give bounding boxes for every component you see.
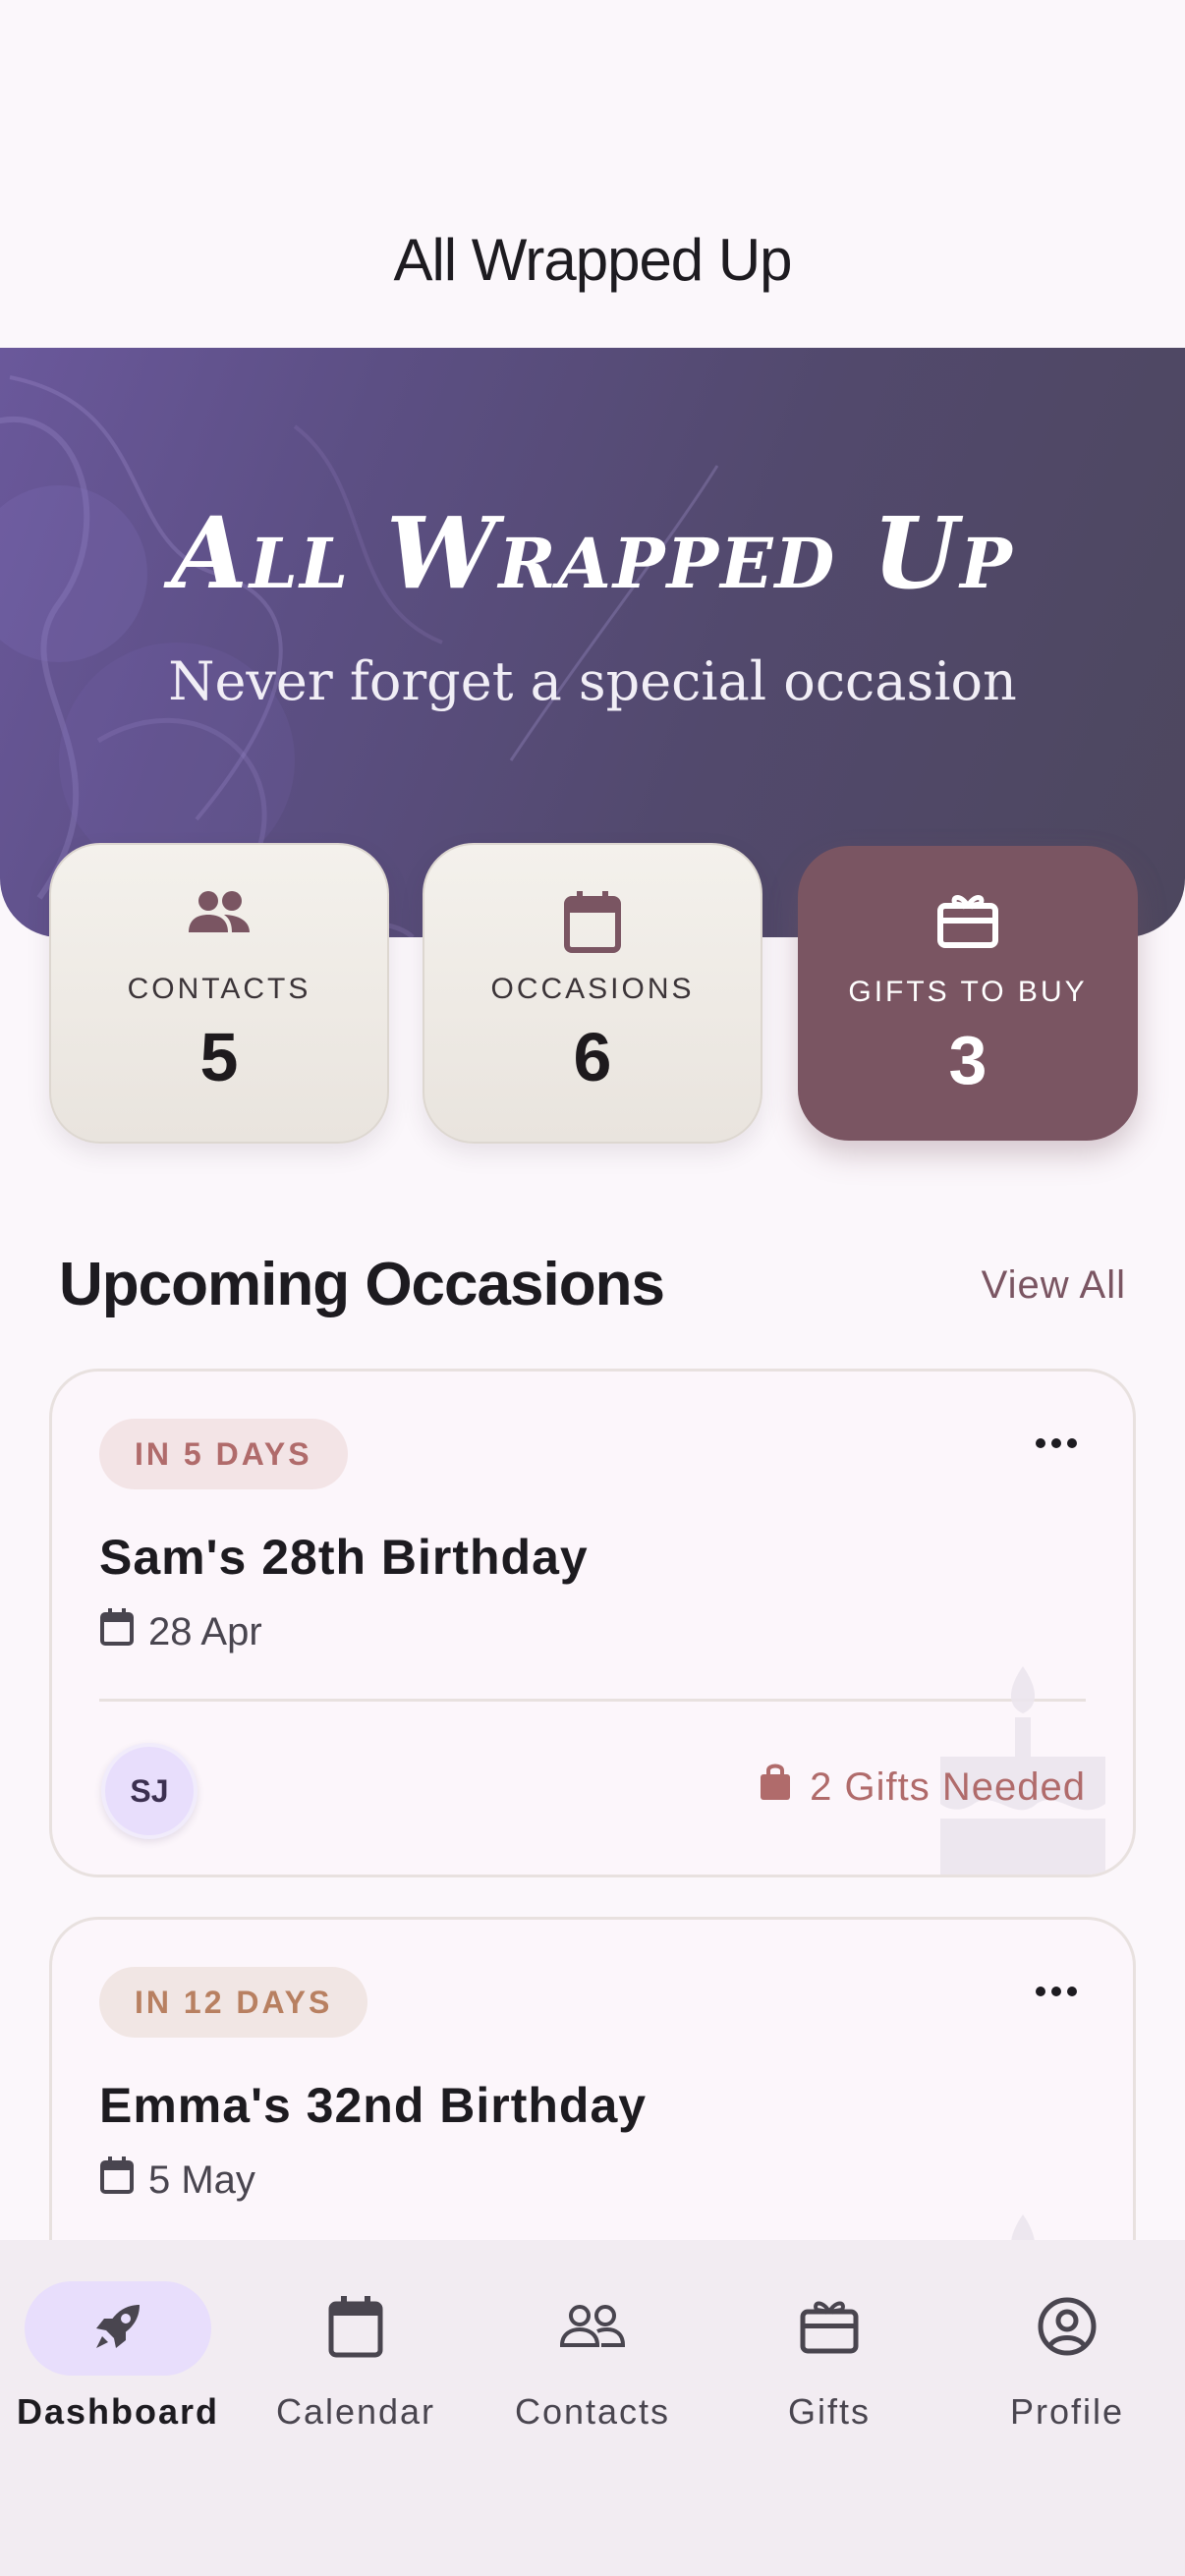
stat-label: GIFTS TO BUY <box>848 976 1088 1008</box>
gift-icon <box>800 892 1136 957</box>
occasion-title: Emma's 32nd Birthday <box>99 2078 648 2133</box>
occasion-date-text: 5 May <box>148 2157 255 2202</box>
nav-dashboard[interactable]: Dashboard <box>10 2281 226 2433</box>
stat-value: 3 <box>948 1022 988 1098</box>
occasion-title: Sam's 28th Birthday <box>99 1530 589 1585</box>
nav-indicator <box>974 2281 1160 2376</box>
nav-indicator <box>25 2281 211 2376</box>
upcoming-occasions-title: Upcoming Occasions <box>59 1251 665 1318</box>
more-options-icon[interactable] <box>1035 1985 1078 2002</box>
hero-title: All Wrapped Up <box>171 495 1014 611</box>
people-icon <box>558 2302 627 2356</box>
gifts-needed: 2 Gifts Needed <box>759 1763 1086 1812</box>
view-all-link[interactable]: View All <box>982 1263 1126 1308</box>
people-icon <box>51 889 387 954</box>
days-until-badge: IN 5 DAYS <box>99 1419 348 1489</box>
hero-subtitle: Never forget a special occasion <box>168 650 1017 712</box>
stat-value: 5 <box>199 1019 239 1095</box>
nav-profile[interactable]: Profile <box>959 2281 1175 2433</box>
nav-label: Gifts <box>787 2391 871 2432</box>
occasion-date-text: 28 Apr <box>148 1609 262 1653</box>
occasion-date: 28 Apr <box>99 1607 262 1656</box>
occasion-card[interactable]: IN 5 DAYS Sam's 28th Birthday 28 Apr SJ … <box>49 1369 1136 1877</box>
nav-indicator <box>262 2281 449 2376</box>
account-circle-icon <box>1037 2296 1098 2362</box>
stat-value: 6 <box>573 1019 612 1095</box>
app-bar-title: All Wrapped Up <box>393 227 792 293</box>
nav-label: Calendar <box>275 2391 436 2432</box>
nav-calendar[interactable]: Calendar <box>248 2281 464 2433</box>
stat-card-gifts[interactable]: GIFTS TO BUY 3 <box>798 846 1138 1141</box>
gift-icon <box>799 2298 860 2360</box>
gifts-needed-text: 2 Gifts Needed <box>810 1764 1086 1809</box>
calendar-icon <box>99 2156 135 2205</box>
shopping-bag-icon <box>759 1763 792 1812</box>
rocket-icon <box>88 2297 147 2361</box>
nav-label: Dashboard <box>16 2391 220 2432</box>
app-bar: All Wrapped Up <box>0 0 1185 348</box>
stat-label: CONTACTS <box>127 973 311 1005</box>
more-options-icon[interactable] <box>1035 1436 1078 1454</box>
bottom-navigation: Dashboard Calendar Contacts Gifts Profil… <box>0 2240 1185 2576</box>
nav-label: Contacts <box>514 2391 671 2432</box>
stat-label: OCCASIONS <box>490 973 695 1005</box>
calendar-icon <box>424 889 761 954</box>
nav-label: Profile <box>1009 2391 1125 2432</box>
avatar: SJ <box>101 1743 198 1839</box>
calendar-icon <box>326 2294 385 2364</box>
nav-contacts[interactable]: Contacts <box>484 2281 701 2433</box>
nav-indicator <box>499 2281 686 2376</box>
stat-card-contacts[interactable]: CONTACTS 5 <box>49 843 389 1144</box>
nav-indicator <box>736 2281 923 2376</box>
calendar-icon <box>99 1607 135 1656</box>
days-until-badge: IN 12 DAYS <box>99 1967 368 2038</box>
nav-gifts[interactable]: Gifts <box>721 2281 937 2433</box>
stat-card-occasions[interactable]: OCCASIONS 6 <box>423 843 762 1144</box>
occasion-date: 5 May <box>99 2156 255 2205</box>
